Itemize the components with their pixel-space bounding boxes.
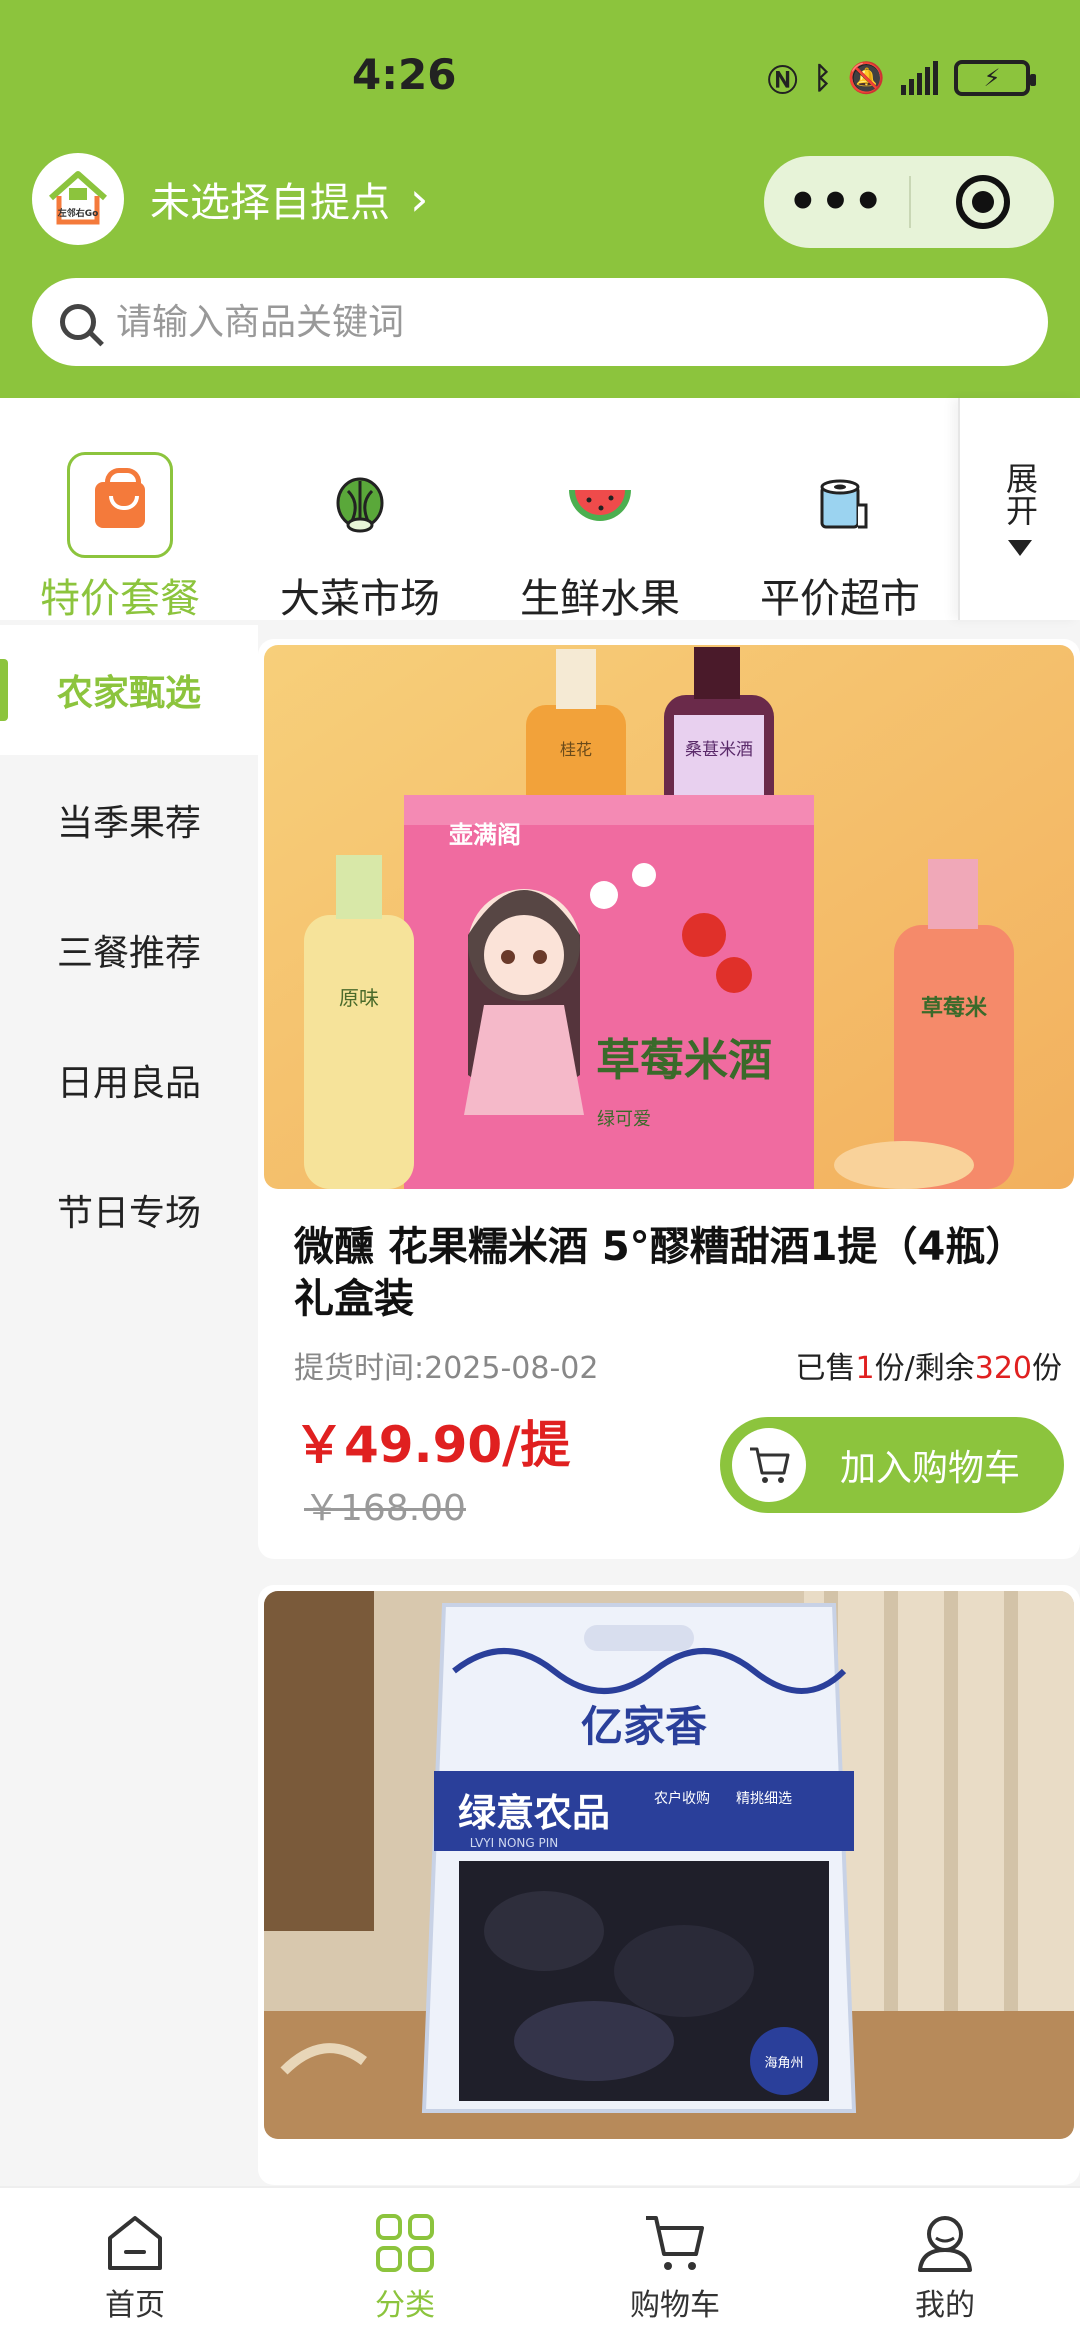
sidebar-item-label: 当季果荐 — [56, 803, 201, 844]
svg-text:原味: 原味 — [339, 986, 379, 1010]
sidebar-item-farm-select[interactable]: 农家甄选 — [0, 625, 258, 755]
svg-text:海角州: 海角州 — [764, 2056, 803, 2071]
miniprogram-capsule: ••• — [764, 156, 1054, 248]
search-input[interactable] — [116, 301, 996, 343]
svg-text:桑葚米酒: 桑葚米酒 — [685, 740, 753, 760]
product-card[interactable]: 亿家香 绿意农品 LVYI NONG PIN 农户收购 精挑细选 海角州 — [258, 1585, 1080, 2185]
pickup-date: 提货时间:2025-08-02 — [294, 1351, 599, 1386]
tab-label: 生鲜水果 — [520, 576, 680, 622]
nfc-icon: Ⓝ — [767, 64, 798, 99]
subcategory-sidebar: 农家甄选 当季果荐 三餐推荐 日用良品 节日专场 — [0, 625, 258, 2185]
expand-label: 展开 — [1001, 462, 1039, 526]
sidebar-item-label: 日用良品 — [56, 1063, 201, 1104]
sidebar-item-label: 农家甄选 — [56, 673, 201, 714]
product-price: ￥49.90/提 — [294, 1416, 571, 1474]
battery-icon: ⚡ — [954, 60, 1036, 96]
signal-icon — [901, 61, 938, 95]
bluetooth-icon: ᛒ — [813, 60, 832, 96]
app-logo: 左邻右Go — [32, 153, 124, 245]
chevron-right-icon: › — [410, 172, 429, 226]
search-icon — [60, 304, 96, 340]
tab-fresh-fruit[interactable]: 生鲜水果 — [480, 450, 720, 624]
original-price: ￥168.00 — [304, 1488, 466, 1529]
shopping-bag-icon — [67, 452, 173, 558]
home-icon — [108, 2216, 162, 2270]
svg-text:绿意农品: 绿意农品 — [458, 1791, 610, 1835]
tab-discount-supermarket[interactable]: 平价超市 — [720, 450, 960, 624]
expand-categories-button[interactable]: 展开 — [958, 398, 1080, 620]
more-menu-button[interactable]: ••• — [764, 178, 909, 226]
svg-text:绿可爱: 绿可爱 — [597, 1109, 651, 1130]
nav-label: 购物车 — [630, 2288, 720, 2323]
add-to-cart-button[interactable]: 加入购物车 — [720, 1417, 1064, 1513]
cabbage-icon — [336, 477, 384, 533]
sidebar-item-label: 三餐推荐 — [56, 933, 201, 974]
tab-label: 大菜市场 — [280, 576, 440, 622]
svg-text:LVYI NONG PIN: LVYI NONG PIN — [470, 1836, 559, 1850]
svg-text:精挑细选: 精挑细选 — [736, 1791, 792, 1807]
user-icon — [918, 2216, 972, 2272]
product-card[interactable]: 桂花 桑葚米酒 壶满阁 草莓米酒 绿可爱 原味 草莓米 微醺 花果糯米酒 5°醪… — [258, 639, 1080, 1559]
logo-text: 左邻右Go — [57, 207, 99, 219]
target-icon — [955, 175, 1010, 229]
category-tabs: 特价套餐 大菜市场 生鲜水果 平价超市 展开 — [0, 398, 1080, 622]
tab-label: 特价套餐 — [40, 576, 200, 622]
header: 4:26 Ⓝ ᛒ 🔕 ⚡ 左邻右Go 未选择自提点 › ••• — [0, 0, 1080, 398]
add-to-cart-label: 加入购物车 — [840, 1448, 1021, 1489]
sidebar-item-seasonal-fruit[interactable]: 当季果荐 — [0, 755, 258, 885]
cart-icon — [646, 2216, 704, 2270]
svg-text:草莓米酒: 草莓米酒 — [596, 1035, 772, 1086]
sidebar-item-festival[interactable]: 节日专场 — [0, 1145, 258, 1275]
pickup-point-label: 未选择自提点 — [150, 180, 390, 226]
bottom-navigation: 首页 分类 购物车 我的 — [0, 2186, 1080, 2340]
cart-icon — [732, 1428, 806, 1502]
store-selector[interactable]: 左邻右Go 未选择自提点 › — [32, 150, 428, 248]
product-title: 微醺 花果糯米酒 5°醪糟甜酒1提（4瓶） 礼盒装 — [294, 1224, 1026, 1322]
caret-down-icon — [1008, 540, 1032, 556]
svg-text:桂花: 桂花 — [560, 740, 592, 759]
mute-icon: 🔕 — [847, 60, 885, 96]
nav-cart[interactable]: 购物车 — [540, 2188, 810, 2340]
svg-text:亿家香: 亿家香 — [581, 1702, 707, 1751]
sidebar-item-meal-recommend[interactable]: 三餐推荐 — [0, 885, 258, 1015]
status-time: 4:26 — [352, 50, 457, 99]
status-bar: 4:26 Ⓝ ᛒ 🔕 ⚡ — [0, 0, 1080, 150]
close-miniprogram-button[interactable] — [911, 175, 1054, 229]
paper-roll-icon — [820, 479, 868, 529]
tab-special-combo[interactable]: 特价套餐 — [0, 450, 240, 624]
sold-remaining: 已售1份/剩余320份 — [795, 1351, 1062, 1386]
product-image[interactable]: 桂花 桑葚米酒 壶满阁 草莓米酒 绿可爱 原味 草莓米 — [264, 645, 1074, 1189]
tab-vegetable-market[interactable]: 大菜市场 — [240, 450, 480, 624]
nav-label: 我的 — [915, 2288, 975, 2323]
house-logo-icon: 左邻右Go — [49, 171, 107, 225]
sidebar-item-daily-goods[interactable]: 日用良品 — [0, 1015, 258, 1145]
nav-label: 分类 — [375, 2288, 435, 2323]
product-list: 桂花 桑葚米酒 壶满阁 草莓米酒 绿可爱 原味 草莓米 微醺 花果糯米酒 5°醪… — [258, 625, 1080, 2185]
search-bar[interactable] — [32, 278, 1048, 366]
svg-text:农户收购: 农户收购 — [654, 1790, 710, 1807]
nav-category[interactable]: 分类 — [270, 2188, 540, 2340]
nav-profile[interactable]: 我的 — [810, 2188, 1080, 2340]
svg-text:草莓米: 草莓米 — [921, 995, 988, 1021]
product-image[interactable]: 亿家香 绿意农品 LVYI NONG PIN 农户收购 精挑细选 海角州 — [264, 1591, 1074, 2139]
watermelon-icon — [569, 490, 631, 521]
sidebar-item-label: 节日专场 — [56, 1193, 201, 1234]
nav-home[interactable]: 首页 — [0, 2188, 270, 2340]
tab-label: 平价超市 — [760, 576, 920, 622]
svg-text:壶满阁: 壶满阁 — [449, 821, 521, 849]
grid-icon — [376, 2214, 434, 2272]
status-icons: Ⓝ ᛒ 🔕 ⚡ — [767, 56, 1036, 100]
nav-label: 首页 — [105, 2288, 165, 2323]
